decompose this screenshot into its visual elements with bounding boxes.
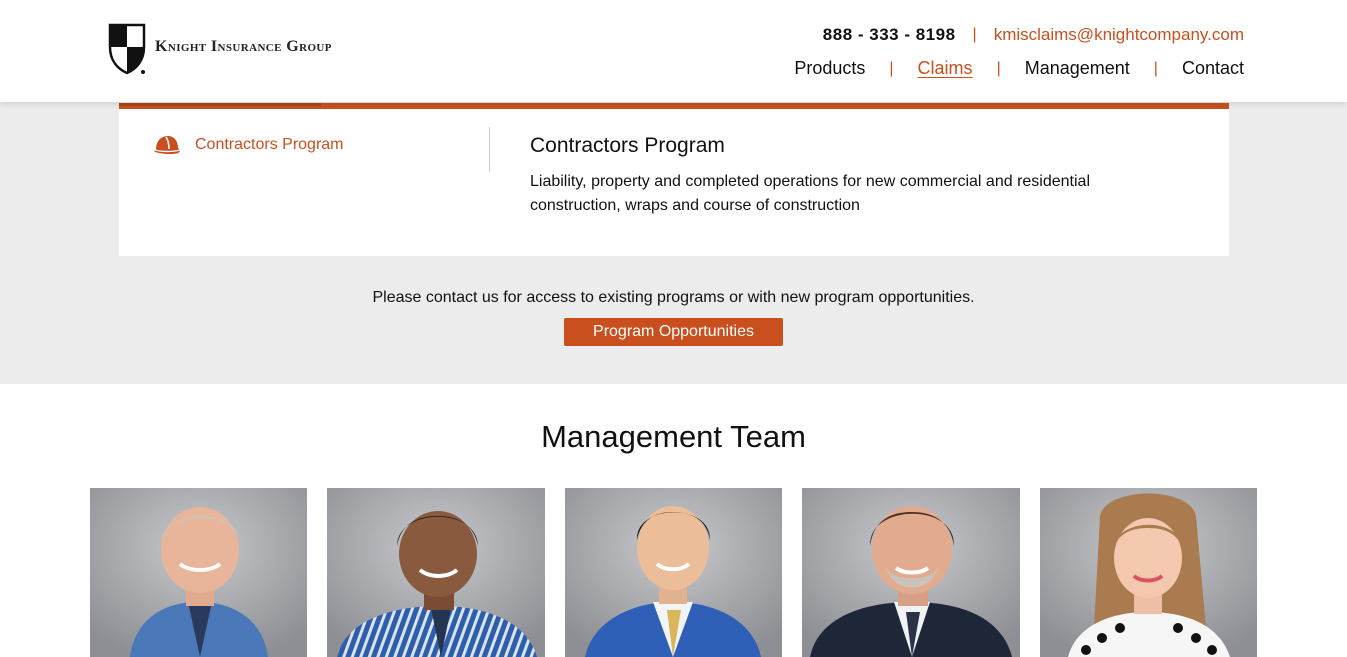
portrait-image (90, 488, 307, 657)
team-member-photo[interactable] (327, 488, 545, 657)
separator: | (996, 59, 1001, 77)
knight-shield-logo-icon (108, 23, 146, 75)
main-nav: Products | Claims | Management | Contact (794, 58, 1244, 79)
separator: | (972, 26, 977, 43)
nav-management[interactable]: Management (1025, 58, 1130, 79)
section-title: Management Team (541, 419, 806, 454)
phone-number[interactable]: 888 - 333 - 8198 (823, 25, 956, 45)
company-logo[interactable]: Knight Insurance Group (108, 23, 332, 75)
team-member-photo[interactable] (802, 488, 1020, 657)
nav-products[interactable]: Products (794, 58, 865, 79)
divider (489, 127, 490, 172)
separator: | (889, 59, 894, 77)
management-team-section: Management Team (0, 384, 1347, 657)
program-title: Contractors Program (530, 134, 725, 157)
team-member-photo[interactable] (565, 488, 782, 657)
active-tab-indicator (119, 103, 321, 106)
hard-hat-icon (154, 136, 181, 154)
portrait-image (565, 488, 782, 657)
program-description: Liability, property and completed operat… (530, 173, 1090, 214)
contact-note: Please contact us for access to existing… (372, 289, 975, 306)
portrait-image (327, 488, 545, 657)
portrait-image (1040, 488, 1257, 657)
program-panel: Contractors Program Contractors Program … (119, 103, 1229, 256)
team-member-photo[interactable] (1040, 488, 1257, 657)
tab-contractors-program[interactable]: Contractors Program (153, 133, 344, 157)
tab-label: Contractors Program (195, 136, 344, 153)
portrait-image (802, 488, 1020, 657)
company-name: Knight Insurance Group (155, 38, 332, 55)
nav-claims[interactable]: Claims (918, 58, 973, 79)
program-opportunities-button[interactable]: Program Opportunities (564, 318, 783, 346)
team-member-photo[interactable] (90, 488, 307, 657)
nav-contact[interactable]: Contact (1182, 58, 1244, 79)
header-contact: 888 - 333 - 8198 | kmisclaims@knightcomp… (823, 25, 1244, 45)
email-link[interactable]: kmisclaims@knightcompany.com (994, 25, 1244, 45)
site-header: Knight Insurance Group 888 - 333 - 8198 … (0, 0, 1347, 102)
separator: | (1153, 59, 1158, 77)
